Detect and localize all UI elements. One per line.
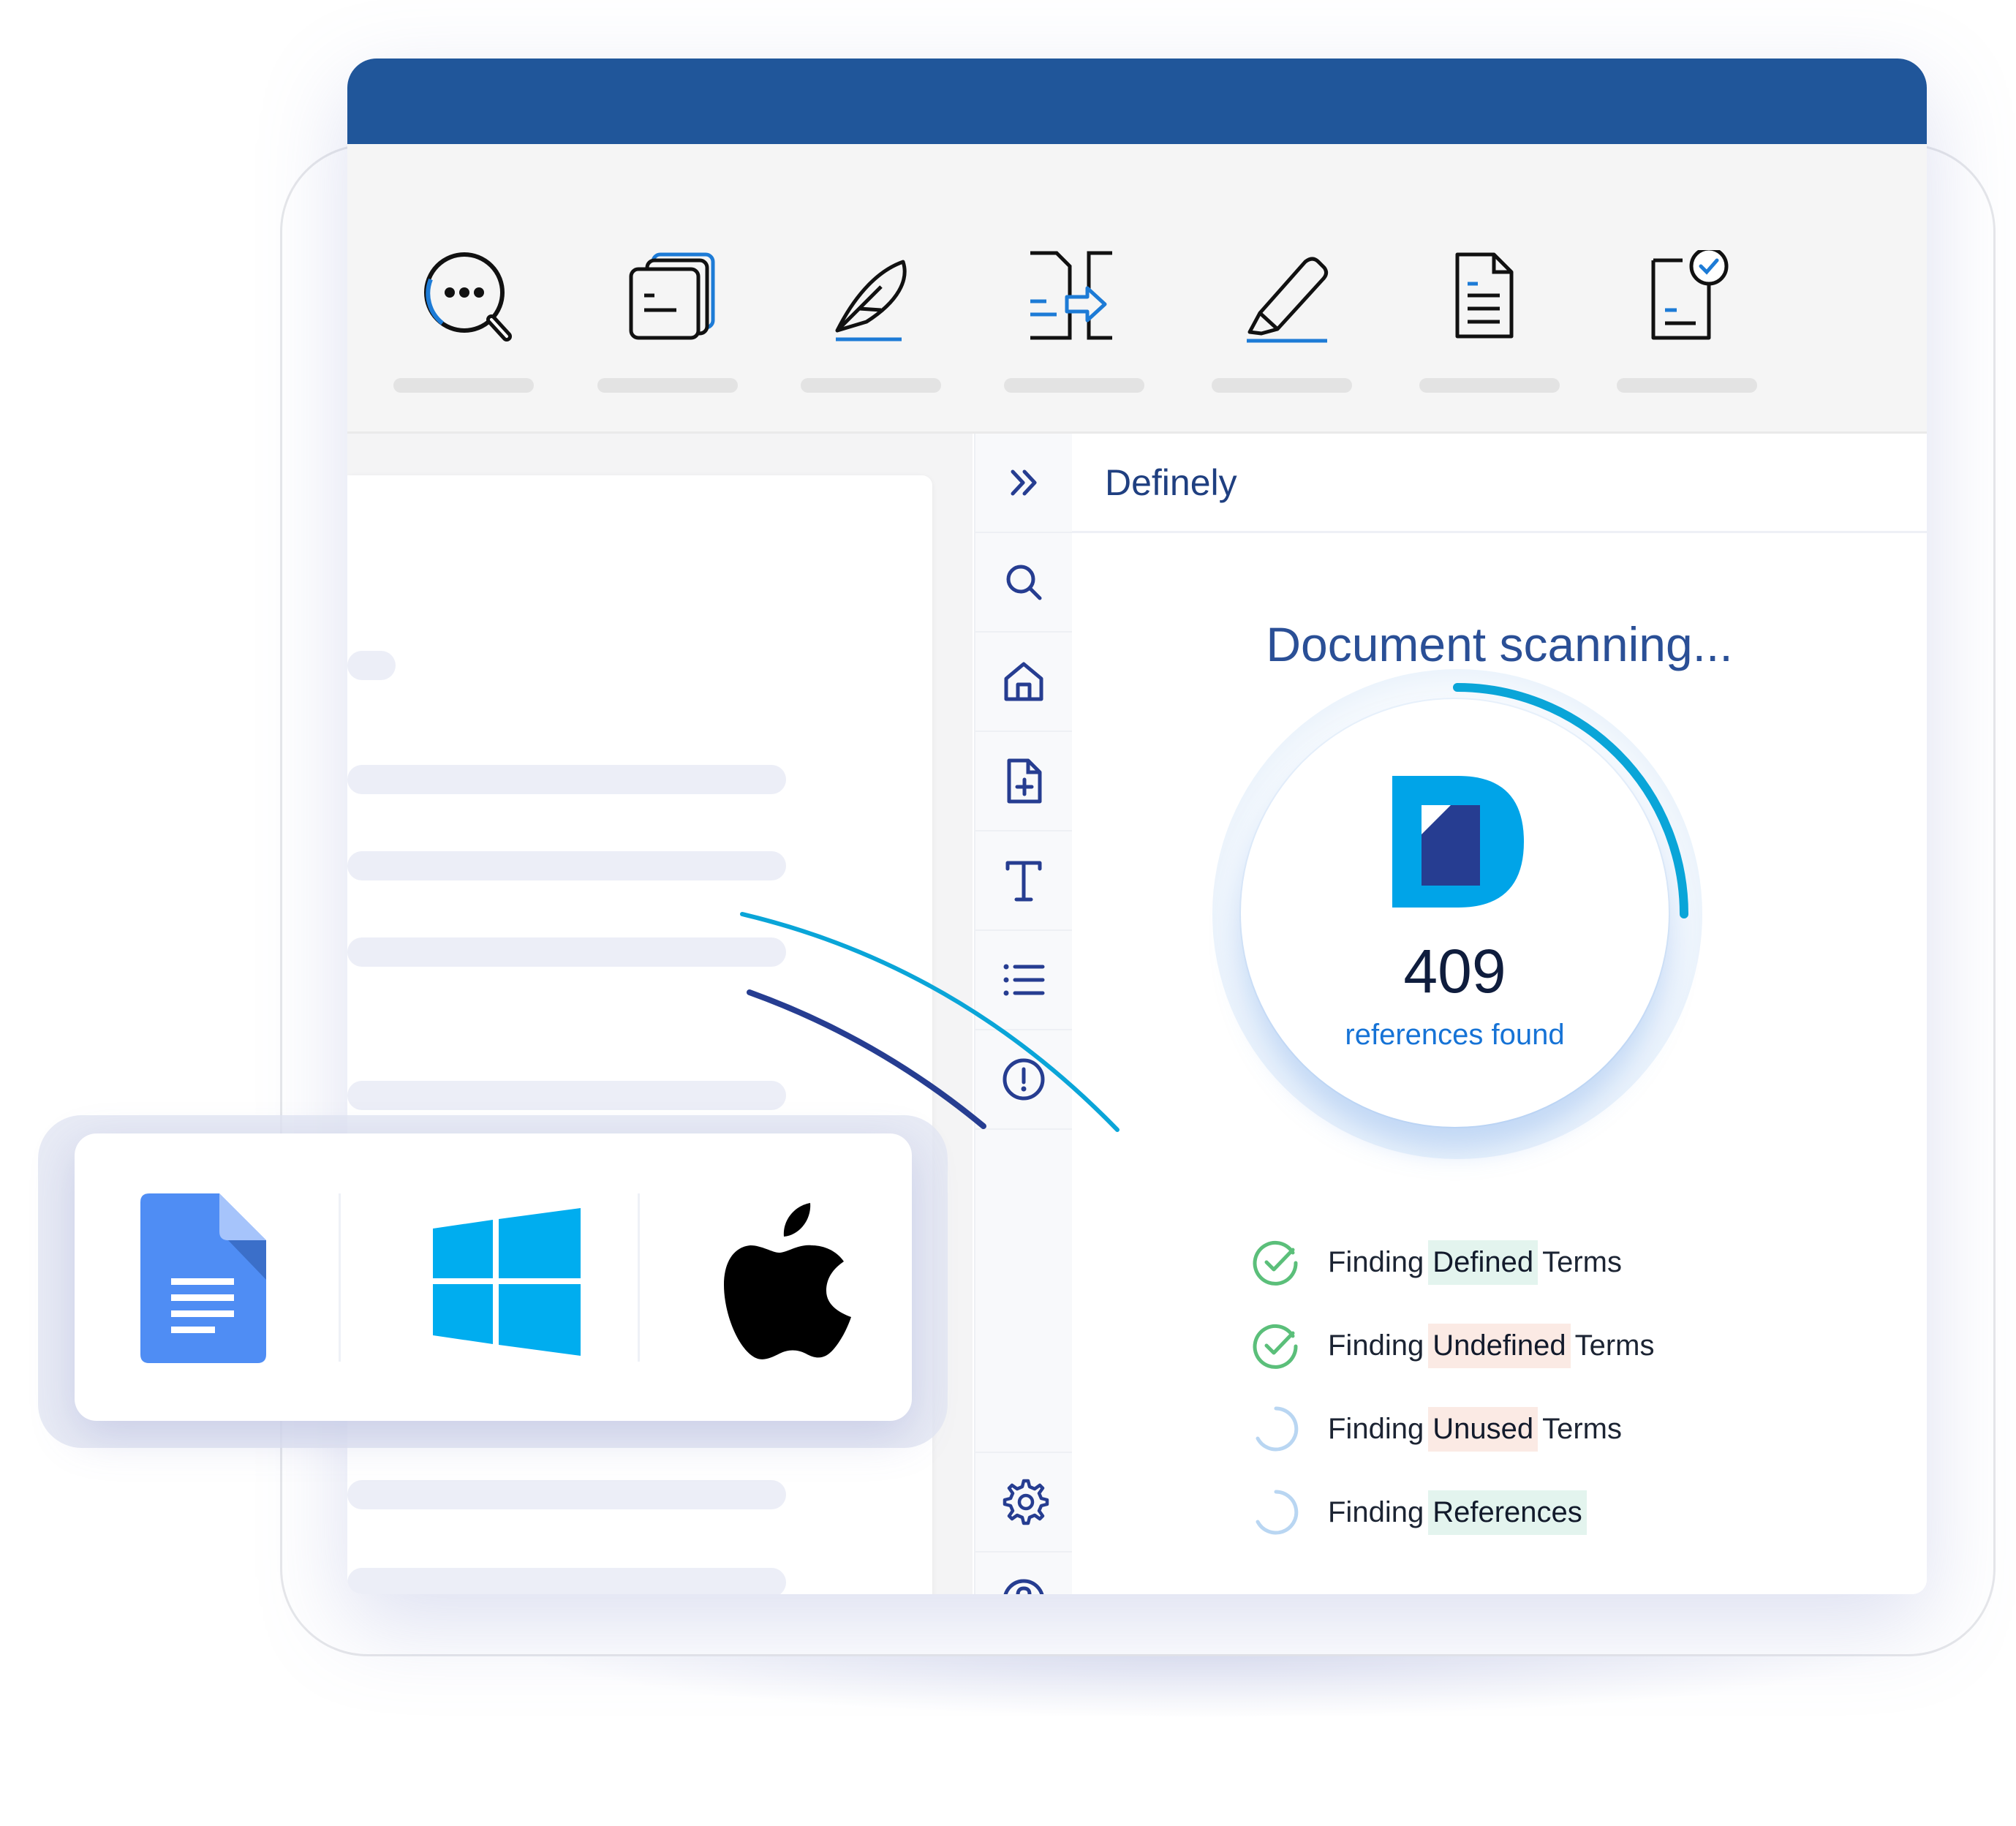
connector-lines [740, 912, 1120, 1132]
google-docs-icon[interactable] [140, 1193, 266, 1363]
apple-logo-icon[interactable] [724, 1203, 852, 1360]
card-divider [339, 1193, 341, 1362]
windows-logo-icon[interactable] [433, 1208, 581, 1356]
card-divider [638, 1193, 640, 1362]
